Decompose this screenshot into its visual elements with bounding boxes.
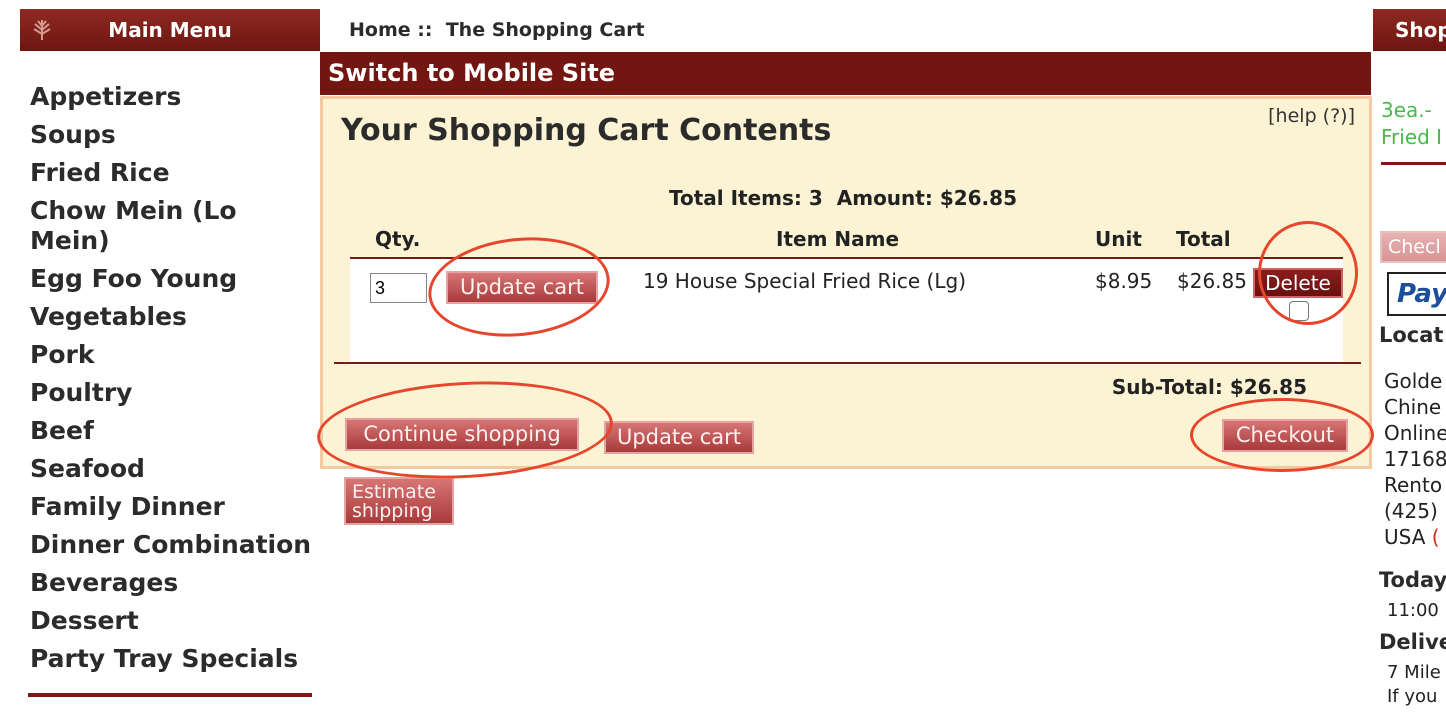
subtotal: Sub-Total: $26.85	[1112, 375, 1307, 399]
total-items-value: 3	[808, 186, 823, 210]
menu-item-beef[interactable]: Beef	[30, 416, 320, 446]
cart-totals: Total Items: 3 Amount: $26.85	[323, 186, 1363, 210]
breadcrumb-home[interactable]: Home	[349, 19, 411, 41]
switch-to-mobile-link[interactable]: Switch to Mobile Site	[320, 52, 1371, 95]
delete-button[interactable]: Delete	[1253, 268, 1343, 298]
delivery-line-1: 7 Mile	[1387, 662, 1441, 683]
menu-item-party-tray-specials[interactable]: Party Tray Specials	[30, 644, 320, 674]
address-line-4: 17168	[1384, 447, 1446, 471]
menu-item-dinner-combination[interactable]: Dinner Combination	[30, 530, 320, 560]
menu-item-beverages[interactable]: Beverages	[30, 568, 320, 598]
menu-item-seafood[interactable]: Seafood	[30, 454, 320, 484]
menu-item-pork[interactable]: Pork	[30, 340, 320, 370]
menu-item-dessert[interactable]: Dessert	[30, 606, 320, 636]
delivery-line-2: If you	[1387, 686, 1438, 707]
shopping-cart-sidebar-header: Shop	[1373, 9, 1446, 51]
sidebar-checkout-button[interactable]: Checl	[1380, 231, 1446, 263]
line-total-cell: $26.85	[1177, 269, 1247, 293]
sidebar-cart-line-1[interactable]: 3ea.-	[1381, 98, 1432, 122]
quantity-input[interactable]	[370, 273, 427, 303]
menu-item-egg-foo-young[interactable]: Egg Foo Young	[30, 264, 320, 294]
total-items-label: Total Items:	[669, 186, 802, 210]
address-line-3: Online	[1384, 421, 1446, 445]
paypal-button[interactable]: Pay	[1387, 272, 1446, 316]
item-name-cell: 19 House Special Fried Rice (Lg)	[643, 269, 966, 293]
amount-label: Amount:	[836, 186, 933, 210]
checkout-button[interactable]: Checkout	[1222, 419, 1348, 452]
estimate-shipping-button[interactable]: Estimate shipping	[344, 477, 454, 525]
address-line-1: Golde	[1384, 369, 1443, 393]
main-menu-header: Main Menu	[20, 9, 320, 51]
menu-divider	[28, 693, 312, 697]
leaf-icon	[33, 20, 51, 40]
address-phone: (425)	[1384, 499, 1438, 523]
address-country: USA (	[1384, 524, 1440, 550]
estimate-shipping-line-2: shipping	[352, 500, 433, 522]
breadcrumb: Home :: The Shopping Cart	[349, 19, 645, 41]
update-cart-button[interactable]: Update cart	[604, 421, 754, 454]
breadcrumb-current: The Shopping Cart	[445, 19, 645, 41]
menu-item-appetizers[interactable]: Appetizers	[30, 82, 320, 112]
today-hours: 11:00	[1387, 600, 1439, 621]
continue-shopping-button[interactable]: Continue shopping	[345, 418, 579, 451]
address-line-5: Rento	[1384, 473, 1443, 497]
today-heading: Today	[1379, 568, 1446, 592]
sidebar-cart-line-2[interactable]: Fried I	[1381, 125, 1442, 149]
delivery-heading: Delive	[1379, 630, 1446, 654]
unit-price-cell: $8.95	[1095, 269, 1153, 293]
address-line-2: Chine	[1384, 395, 1442, 419]
subtotal-divider	[334, 362, 1361, 364]
menu-item-vegetables[interactable]: Vegetables	[30, 302, 320, 332]
menu-item-chow-mein[interactable]: Chow Mein (Lo Mein)	[30, 196, 320, 256]
subtotal-value: $26.85	[1229, 375, 1307, 399]
breadcrumb-separator: ::	[417, 19, 433, 41]
delete-checkbox[interactable]	[1289, 301, 1309, 321]
menu-item-poultry[interactable]: Poultry	[30, 378, 320, 408]
header-item-name: Item Name	[776, 227, 900, 251]
shopping-cart-panel: [help (?)] Your Shopping Cart Contents T…	[320, 96, 1372, 469]
main-menu-title: Main Menu	[108, 18, 232, 42]
header-unit: Unit	[1095, 227, 1142, 251]
subtotal-label: Sub-Total:	[1111, 375, 1223, 399]
menu-item-fried-rice[interactable]: Fried Rice	[30, 158, 320, 188]
map-link[interactable]: (	[1432, 525, 1440, 549]
header-qty: Qty.	[375, 227, 421, 251]
location-heading: Locat	[1379, 323, 1444, 347]
row-update-cart-button[interactable]: Update cart	[446, 271, 598, 304]
menu-item-family-dinner[interactable]: Family Dinner	[30, 492, 320, 522]
amount-value: $26.85	[939, 186, 1017, 210]
main-menu-list: Appetizers Soups Fried Rice Chow Mein (L…	[30, 82, 320, 682]
menu-item-soups[interactable]: Soups	[30, 120, 320, 150]
help-link[interactable]: [help (?)]	[1268, 105, 1355, 127]
header-total: Total	[1176, 227, 1231, 251]
address-country-text: USA	[1384, 525, 1426, 549]
sidebar-divider	[1381, 162, 1446, 165]
cart-title: Your Shopping Cart Contents	[341, 113, 832, 148]
